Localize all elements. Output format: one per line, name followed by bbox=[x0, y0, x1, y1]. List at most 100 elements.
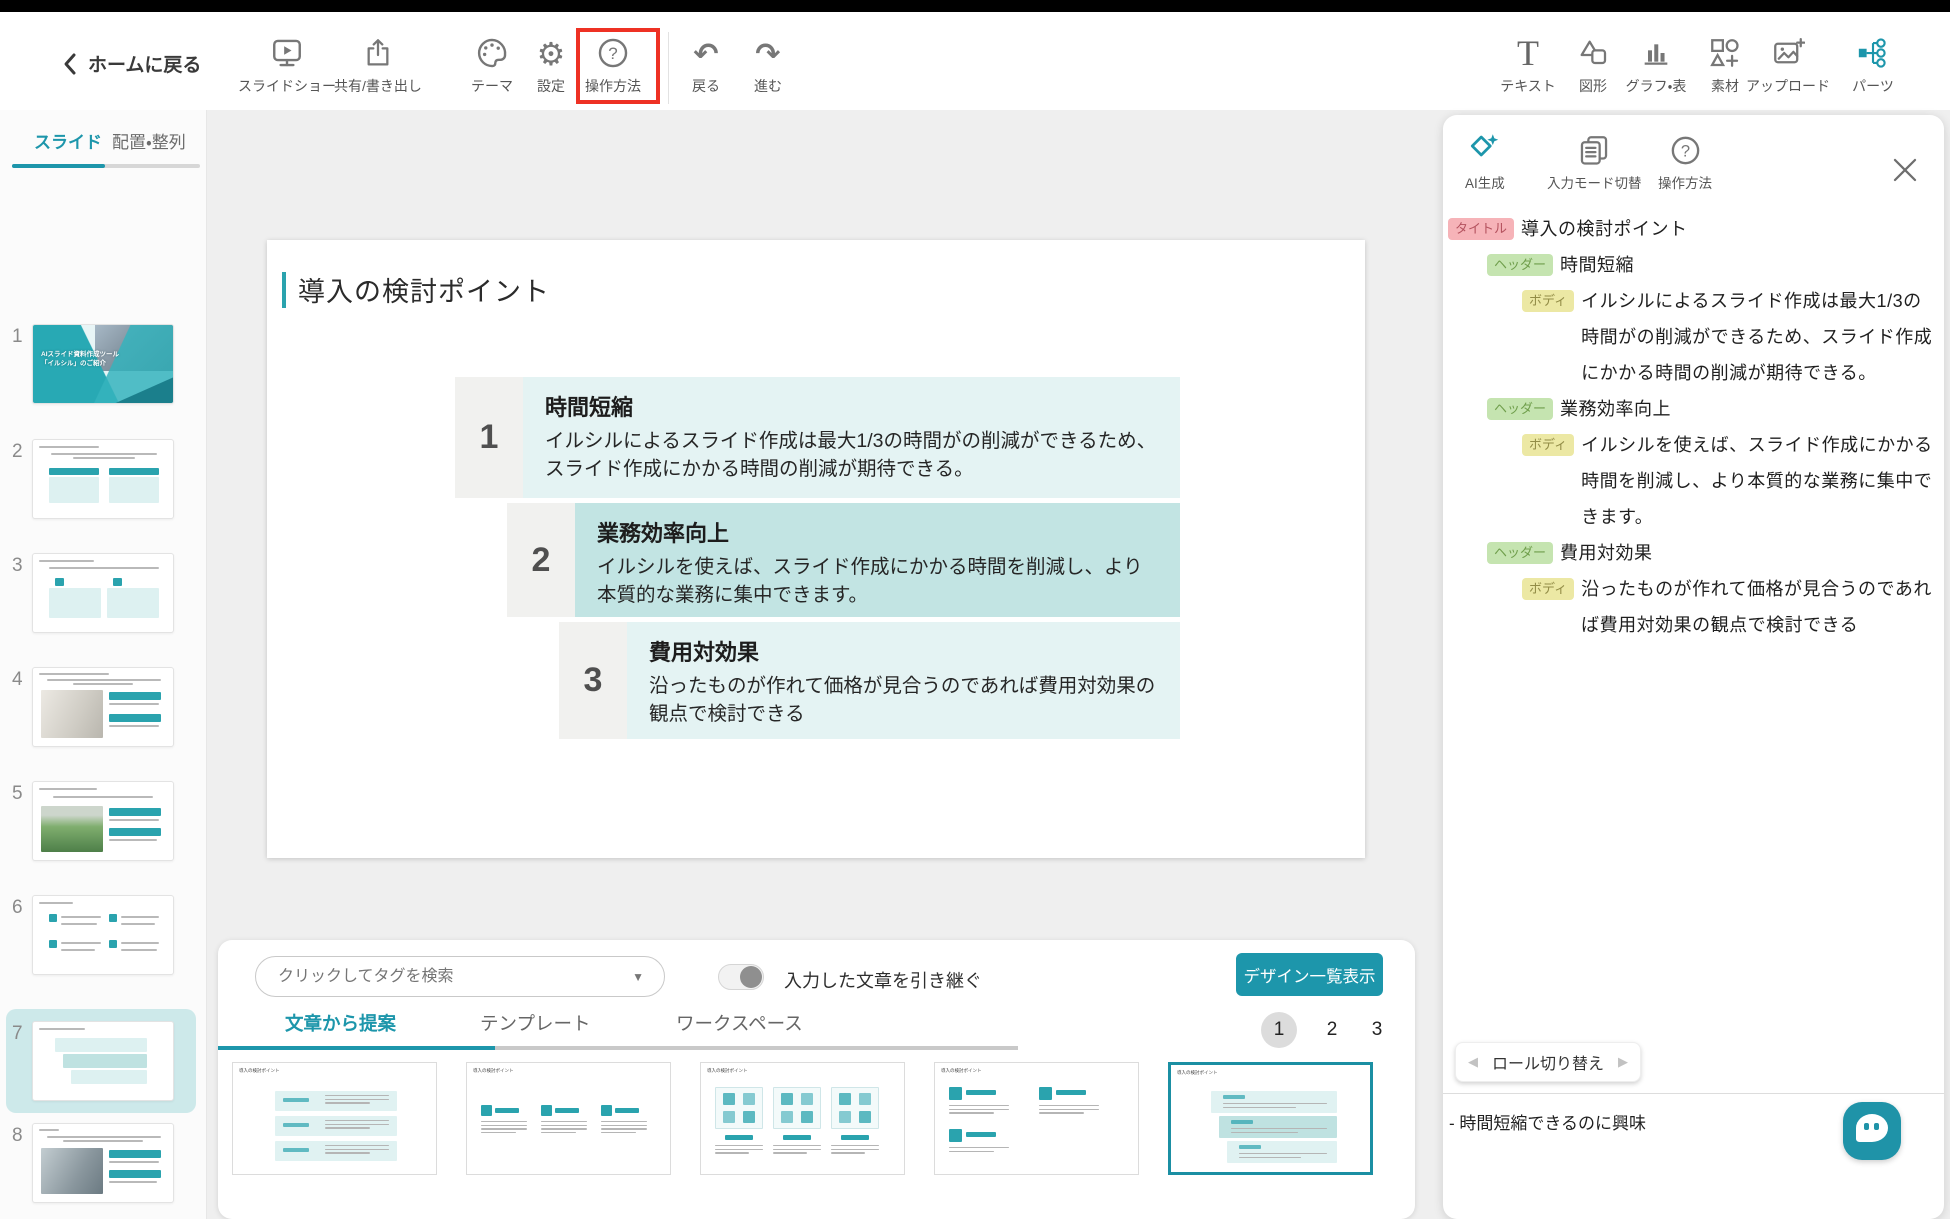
tab-slides[interactable]: スライド bbox=[34, 128, 102, 153]
slideshow-icon bbox=[270, 34, 304, 70]
carry-over-toggle[interactable] bbox=[718, 964, 764, 990]
slide-thumbnail-7[interactable] bbox=[32, 1021, 174, 1101]
tag-search-field[interactable]: ▼ bbox=[255, 956, 665, 997]
design-thumbnail-1[interactable]: 導入の検討ポイント bbox=[232, 1062, 437, 1175]
outline-line-header[interactable]: ヘッダー 費用対効果 bbox=[1443, 535, 1944, 571]
tag-search-input[interactable] bbox=[278, 957, 618, 996]
slide-title-block[interactable]: 導入の検討ポイント bbox=[282, 270, 550, 309]
ai-generate-label: AI生成 bbox=[1465, 172, 1505, 192]
slide-thumbnail-1[interactable]: AIスライド資料作成ツール 「イルシル」のご紹介 bbox=[32, 324, 174, 404]
design-thumbnail-5-selected[interactable]: 導入の検討ポイント bbox=[1168, 1062, 1373, 1175]
panel-help-label: 操作方法 bbox=[1658, 172, 1712, 192]
slide-number: 1 bbox=[12, 326, 23, 348]
slide-thumbnail-4[interactable] bbox=[32, 667, 174, 747]
role-switch-button[interactable]: ◀ ロール切り替え ▶ bbox=[1455, 1042, 1641, 1082]
chevron-left-icon[interactable]: ◀ bbox=[1468, 1054, 1478, 1070]
step-body-text: イルシルを使えば、スライド作成にかかる時間を削減し、より本質的な業務に集中できま… bbox=[597, 553, 1160, 609]
image-upload-icon bbox=[1771, 34, 1805, 70]
app-root: ホームに戻る スライドショー 共有/書き出し テーマ ⚙ 設定 bbox=[0, 0, 1950, 1219]
outline-line-header[interactable]: ヘッダー 時間短縮 bbox=[1443, 247, 1944, 283]
tab-suggest-from-text[interactable]: 文章から提案 bbox=[285, 1010, 396, 1036]
slide-thumbnail-2[interactable] bbox=[32, 439, 174, 519]
slide-sidebar: スライド 配置・整列 1 AIスライド資料作成ツール 「イルシル」のご紹介 2 bbox=[0, 110, 207, 1219]
design-suggestion-panel: ▼ 入力した文章を引き継ぐ デザイン一覧表示 文章から提案 テンプレート ワーク… bbox=[218, 940, 1415, 1219]
tab-workspace[interactable]: ワークスペース bbox=[676, 1010, 803, 1036]
slideshow-button[interactable]: スライドショー bbox=[241, 34, 333, 96]
step-header: 時間短縮 bbox=[545, 390, 1160, 422]
slide-thumbnail-5[interactable] bbox=[32, 781, 174, 861]
gear-icon: ⚙ bbox=[537, 34, 566, 70]
slide-thumbnail-3[interactable] bbox=[32, 553, 174, 633]
panel-divider bbox=[1443, 1093, 1944, 1094]
slide-number: 2 bbox=[12, 441, 23, 463]
insert-chart-label: グラフ・表 bbox=[1626, 76, 1687, 96]
tag-header: ヘッダー bbox=[1487, 398, 1553, 420]
slide-number: 3 bbox=[12, 555, 23, 577]
step-item-3[interactable]: 3 費用対効果 沿ったものが作れて価格が見合うのであれば費用対効果の観点で検討で… bbox=[559, 622, 1180, 739]
settings-label: 設定 bbox=[537, 76, 565, 96]
step-body-text: 沿ったものが作れて価格が見合うのであれば費用対効果の観点で検討できる bbox=[649, 672, 1160, 728]
step-item-2[interactable]: 2 業務効率向上 イルシルを使えば、スライド作成にかかる時間を削減し、より本質的… bbox=[507, 503, 1180, 617]
step-number: 2 bbox=[507, 503, 575, 617]
step-number: 1 bbox=[455, 377, 523, 498]
chevron-left-icon bbox=[62, 52, 78, 76]
upload-label: アップロード bbox=[1746, 76, 1830, 96]
dropdown-caret-icon[interactable]: ▼ bbox=[632, 970, 644, 984]
insert-shape-label: 図形 bbox=[1579, 76, 1607, 96]
page-button-2[interactable]: 2 bbox=[1314, 1012, 1350, 1048]
palette-icon bbox=[475, 34, 509, 70]
outline-list: タイトル 導入の検討ポイント ヘッダー 時間短縮 ボディ イルシルによるスライド… bbox=[1443, 211, 1944, 643]
outline-line-body[interactable]: ボディ イルシルを使えば、スライド作成にかかる時間を削減し、より本質的な業務に集… bbox=[1443, 427, 1944, 535]
svg-text:?: ? bbox=[1680, 143, 1689, 161]
insert-parts-button[interactable]: パーツ bbox=[1827, 34, 1919, 96]
slide-number: 5 bbox=[12, 783, 23, 805]
tag-title: タイトル bbox=[1448, 218, 1514, 240]
question-circle-icon: ? bbox=[1669, 133, 1702, 167]
design-tab-underline bbox=[218, 1046, 1018, 1050]
design-thumbnail-3[interactable]: 導入の検討ポイント bbox=[700, 1062, 905, 1175]
design-thumbnail-4[interactable]: 導入の検討ポイント bbox=[934, 1062, 1139, 1175]
design-list-button[interactable]: デザイン一覧表示 bbox=[1236, 953, 1383, 996]
outline-line-header[interactable]: ヘッダー 業務効率向上 bbox=[1443, 391, 1944, 427]
toolbar: ホームに戻る スライドショー 共有/書き出し テーマ ⚙ 設定 bbox=[0, 12, 1950, 110]
toggle-knob bbox=[740, 966, 762, 988]
outline-panel: AI生成 入力モード切替 ? 操作方法 タイトル 導入の検討ポイント ヘッダー … bbox=[1443, 115, 1944, 1219]
parts-diagram-icon bbox=[1856, 34, 1890, 70]
back-label: ホームに戻る bbox=[88, 50, 201, 77]
tab-arrange[interactable]: 配置・整列 bbox=[112, 128, 186, 153]
chevron-right-icon[interactable]: ▶ bbox=[1618, 1054, 1628, 1070]
documents-icon bbox=[1577, 133, 1611, 167]
ai-generate-button[interactable]: AI生成 bbox=[1465, 133, 1505, 192]
memo-text: - 時間短縮できるのに興味 bbox=[1449, 1109, 1646, 1134]
canvas-slide[interactable]: 導入の検討ポイント 1 時間短縮 イルシルによるスライド作成は最大1/3の時間が… bbox=[267, 240, 1365, 858]
outline-line-body[interactable]: ボディ 沿ったものが作れて価格が見合うのであれば費用対効果の観点で検討できる bbox=[1443, 571, 1944, 643]
slide-thumbnail-8[interactable] bbox=[32, 1123, 174, 1203]
help-button[interactable]: ? 操作方法 bbox=[567, 34, 659, 96]
back-to-home-button[interactable]: ホームに戻る bbox=[62, 50, 201, 77]
share-export-button[interactable]: 共有/書き出し bbox=[332, 34, 424, 96]
slide-thumbnail-6[interactable] bbox=[32, 895, 174, 975]
upload-button[interactable]: アップロード bbox=[1742, 34, 1834, 96]
undo-label: 戻る bbox=[692, 76, 720, 96]
close-panel-button[interactable] bbox=[1890, 155, 1920, 185]
page-button-1[interactable]: 1 bbox=[1261, 1012, 1297, 1048]
step-item-1[interactable]: 1 時間短縮 イルシルによるスライド作成は最大1/3の時間がの削減ができるため、… bbox=[455, 377, 1180, 498]
panel-help-button[interactable]: ? 操作方法 bbox=[1658, 133, 1712, 192]
slide-number: 6 bbox=[12, 897, 23, 919]
input-mode-switch-button[interactable]: 入力モード切替 bbox=[1547, 133, 1642, 192]
step-number: 3 bbox=[559, 622, 627, 739]
step-body-text: イルシルによるスライド作成は最大1/3の時間がの削減ができるため、スライド作成に… bbox=[545, 427, 1160, 483]
redo-button[interactable]: ↷ 進む bbox=[722, 34, 814, 96]
outline-line-body[interactable]: ボディ イルシルによるスライド作成は最大1/3の時間がの削減ができるため、スライ… bbox=[1443, 283, 1944, 391]
bar-chart-icon bbox=[1640, 34, 1672, 70]
question-circle-icon: ? bbox=[596, 34, 630, 70]
step-header: 業務効率向上 bbox=[597, 516, 1160, 548]
page-button-3[interactable]: 3 bbox=[1359, 1012, 1395, 1048]
chat-support-button[interactable] bbox=[1843, 1102, 1901, 1160]
tab-template[interactable]: テンプレート bbox=[480, 1010, 590, 1036]
tag-body: ボディ bbox=[1522, 578, 1574, 600]
design-thumbnail-2[interactable]: 導入の検討ポイント bbox=[466, 1062, 671, 1175]
slide1-title-text: AIスライド資料作成ツール 「イルシル」のご紹介 bbox=[41, 351, 133, 369]
insert-parts-label: パーツ bbox=[1852, 76, 1894, 96]
outline-line-title[interactable]: タイトル 導入の検討ポイント bbox=[1443, 211, 1944, 247]
